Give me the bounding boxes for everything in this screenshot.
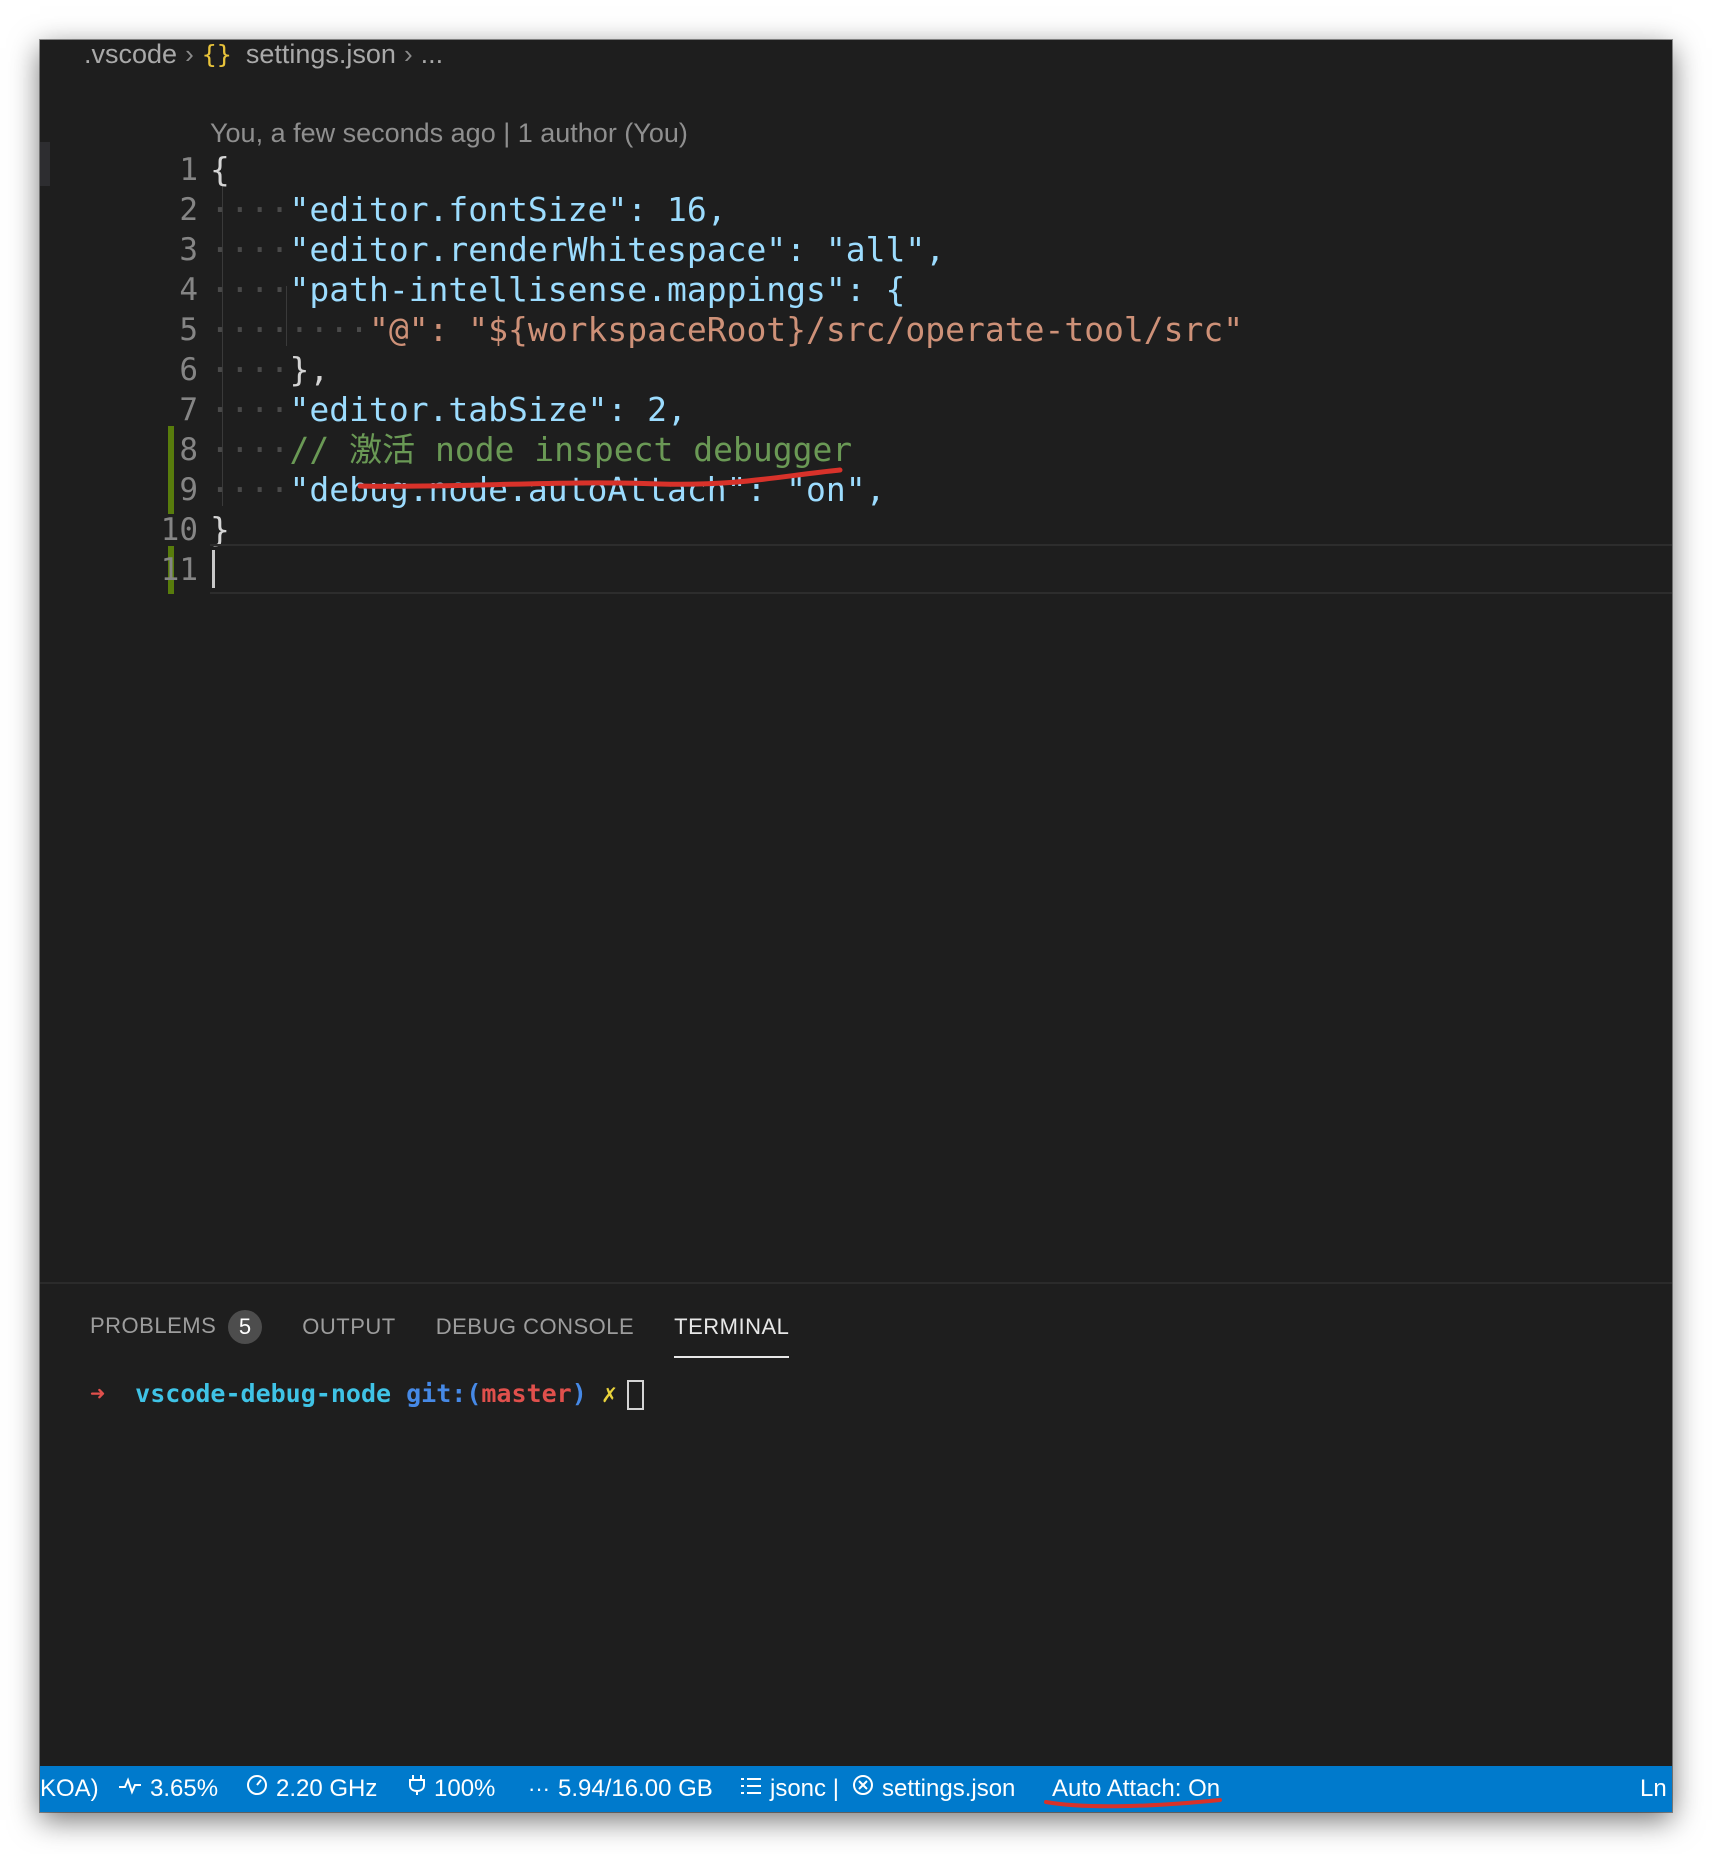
status-language[interactable]: jsonc |: [740, 1766, 839, 1812]
tab-output[interactable]: OUTPUT: [302, 1314, 395, 1346]
terminal-cursor: [626, 1380, 644, 1410]
status-auto-attach[interactable]: Auto Attach: On: [1052, 1766, 1220, 1812]
whitespace-dots: ····: [210, 190, 290, 229]
status-memory-label: 5.94/16.00 GB: [557, 1775, 713, 1802]
tab-problems[interactable]: PROBLEMS 5: [90, 1310, 263, 1350]
status-bar: KOA) 3.65% 2.20 GHz 100% ··· 5.94/16.00 G…: [40, 1766, 1672, 1812]
prompt-git-suffix: ): [571, 1379, 587, 1408]
whitespace-dots: ····: [210, 270, 290, 309]
ellipsis-icon: ···: [528, 1776, 550, 1801]
json-line-text: "editor.fontSize": 16,: [289, 190, 727, 229]
token-brace: {: [210, 150, 230, 189]
chevron-right-icon: ›: [185, 40, 194, 69]
close-circle-icon: [852, 1766, 874, 1812]
breadcrumb-folder[interactable]: .vscode: [84, 40, 177, 70]
tab-terminal[interactable]: TERMINAL: [674, 1314, 790, 1358]
breadcrumb-more[interactable]: ...: [421, 40, 444, 70]
status-cursor-position[interactable]: Ln: [1640, 1766, 1667, 1812]
json-comment: // 激活 node inspect debugger: [289, 430, 853, 469]
breadcrumb: .vscode › {} settings.json › ...: [84, 40, 444, 70]
status-freq-label: 2.20 GHz: [276, 1775, 378, 1802]
status-cpu-label: 3.65%: [150, 1775, 219, 1802]
status-language-label: jsonc |: [770, 1775, 839, 1802]
list-icon: [740, 1766, 762, 1812]
vscode-window: .vscode › {} settings.json › ... You, a …: [40, 40, 1672, 1812]
prompt-arrow-icon: ➜: [90, 1379, 106, 1408]
json-line-text: "editor.renderWhitespace": "all",: [289, 230, 946, 269]
whitespace-dots: ····: [210, 230, 290, 269]
whitespace-dots: ····: [210, 470, 290, 509]
bottom-panel: PROBLEMS 5 OUTPUT DEBUG CONSOLE TERMINAL …: [40, 1282, 1672, 1768]
json-line-text: "@": "${workspaceRoot}/src/operate-tool/…: [368, 310, 1244, 349]
breadcrumb-file[interactable]: settings.json: [246, 40, 396, 70]
chevron-right-icon: ›: [403, 40, 413, 69]
prompt-git-prefix: git:(: [406, 1379, 482, 1408]
status-freq[interactable]: 2.20 GHz: [246, 1766, 377, 1812]
status-memory[interactable]: ··· 5.94/16.00 GB: [528, 1766, 713, 1812]
json-line-text: "editor.tabSize": 2,: [289, 390, 687, 429]
whitespace-dots: ········: [210, 310, 369, 349]
status-battery[interactable]: 100%: [408, 1766, 495, 1812]
status-koa[interactable]: KOA): [40, 1766, 99, 1812]
tab-debug-console[interactable]: DEBUG CONSOLE: [436, 1314, 634, 1346]
json-line-text: },: [289, 350, 330, 389]
json-line-text: "debug.node.autoAttach": "on",: [289, 470, 886, 509]
whitespace-dots: ····: [210, 350, 290, 389]
status-battery-label: 100%: [434, 1775, 496, 1802]
line-number: 11: [160, 552, 198, 588]
gauge-icon: [246, 1766, 268, 1812]
text-cursor: [212, 550, 215, 588]
whitespace-dots: ····: [210, 390, 290, 429]
problems-count-badge: 5: [228, 1310, 263, 1344]
prompt-git-branch: master: [481, 1379, 572, 1408]
current-line-highlight: [210, 544, 1672, 594]
json-file-icon: {}: [201, 40, 232, 69]
json-line-text: "path-intellisense.mappings": {: [289, 270, 906, 309]
status-schema-label: settings.json: [882, 1775, 1016, 1802]
status-auto-attach-label: Auto Attach: On: [1052, 1775, 1221, 1802]
status-koa-label: KOA): [40, 1775, 99, 1802]
status-schema[interactable]: settings.json: [852, 1766, 1015, 1812]
status-cpu[interactable]: 3.65%: [118, 1766, 218, 1812]
whitespace-dots: ····: [210, 430, 290, 469]
tab-label: PROBLEMS: [90, 1312, 217, 1338]
git-blame-codelens[interactable]: You, a few seconds ago | 1 author (You): [210, 118, 688, 149]
terminal-prompt[interactable]: ➜ vscode-debug-node git:(master) ✗: [90, 1374, 644, 1414]
plug-icon: [408, 1766, 426, 1812]
prompt-directory: vscode-debug-node: [135, 1379, 392, 1408]
code-editor[interactable]: 1 { 2 ····"editor.fontSize": 16, 3 ····"…: [40, 146, 1672, 686]
status-ln-label: Ln: [1640, 1775, 1667, 1802]
panel-tabs: PROBLEMS 5 OUTPUT DEBUG CONSOLE TERMINAL: [90, 1306, 829, 1358]
pulse-icon: [118, 1766, 142, 1812]
prompt-dirty-icon: ✗: [601, 1379, 617, 1408]
